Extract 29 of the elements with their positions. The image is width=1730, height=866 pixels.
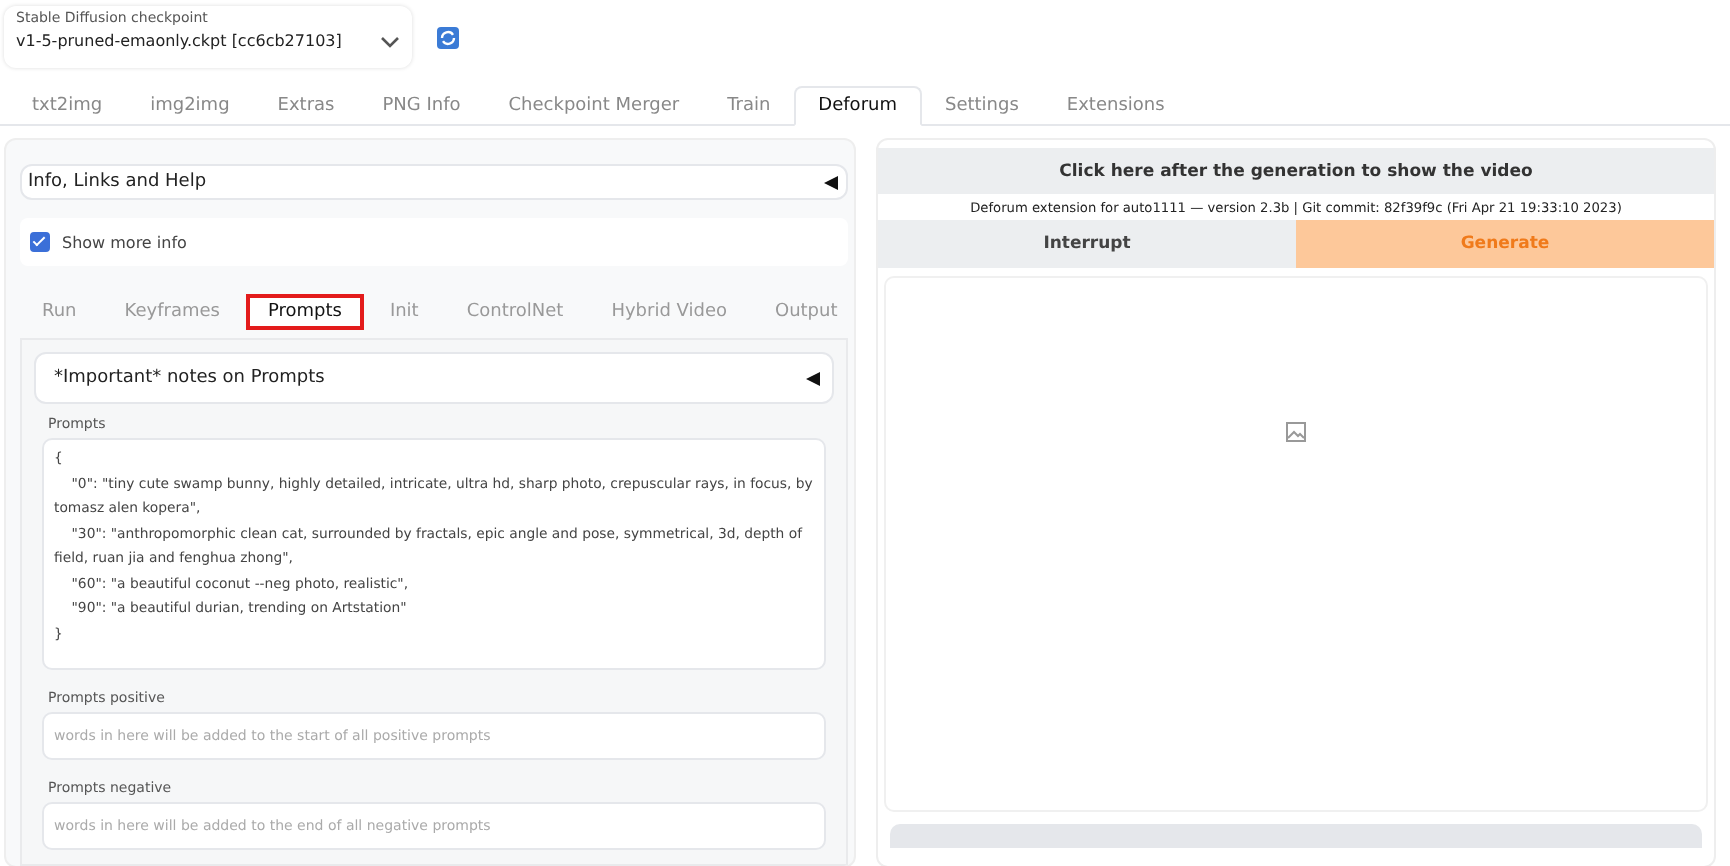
refresh-icon[interactable] bbox=[436, 25, 460, 49]
tab[interactable]: Output bbox=[752, 294, 854, 330]
tab[interactable]: Deforum bbox=[794, 86, 921, 126]
accordion-title: Info, Links and Help bbox=[28, 172, 207, 192]
tab[interactable]: Train bbox=[703, 86, 795, 126]
checkbox[interactable] bbox=[30, 232, 50, 252]
tab[interactable]: ControlNet bbox=[444, 294, 586, 330]
tab[interactable]: Prompts bbox=[245, 294, 364, 330]
tab[interactable]: img2img bbox=[126, 86, 254, 126]
chevron-icon bbox=[380, 35, 400, 47]
tab[interactable]: Init bbox=[367, 294, 441, 330]
accordion-title: *Important* notes on Prompts bbox=[54, 368, 325, 388]
interrupt-button[interactable]: Interrupt bbox=[878, 220, 1296, 268]
dropdown-value: v1-5-pruned-emaonly.ckpt [cc6cb27103] bbox=[16, 32, 342, 50]
tab[interactable]: Extensions bbox=[1042, 86, 1189, 126]
tab[interactable]: PNG Info bbox=[358, 86, 485, 126]
tab[interactable]: Extras bbox=[253, 86, 359, 126]
tab[interactable]: Hybrid Video bbox=[589, 294, 749, 330]
tab[interactable]: txt2img bbox=[8, 86, 127, 126]
info-accordion[interactable]: Info, Links and Help bbox=[20, 164, 848, 200]
image-icon bbox=[1286, 422, 1306, 442]
show-video-button[interactable]: Click here after the generation to show the video bbox=[878, 148, 1714, 194]
notes-accordion[interactable]: *Important* notes on Prompts bbox=[34, 352, 834, 404]
tab[interactable]: Checkpoint Merger bbox=[484, 86, 704, 126]
tab[interactable]: Keyframes bbox=[102, 294, 242, 330]
generate-button[interactable]: Generate bbox=[1296, 220, 1714, 268]
tab[interactable]: Settings bbox=[921, 86, 1043, 126]
checkbox-label: Show more info bbox=[62, 233, 187, 251]
tab[interactable]: Run bbox=[20, 294, 99, 330]
